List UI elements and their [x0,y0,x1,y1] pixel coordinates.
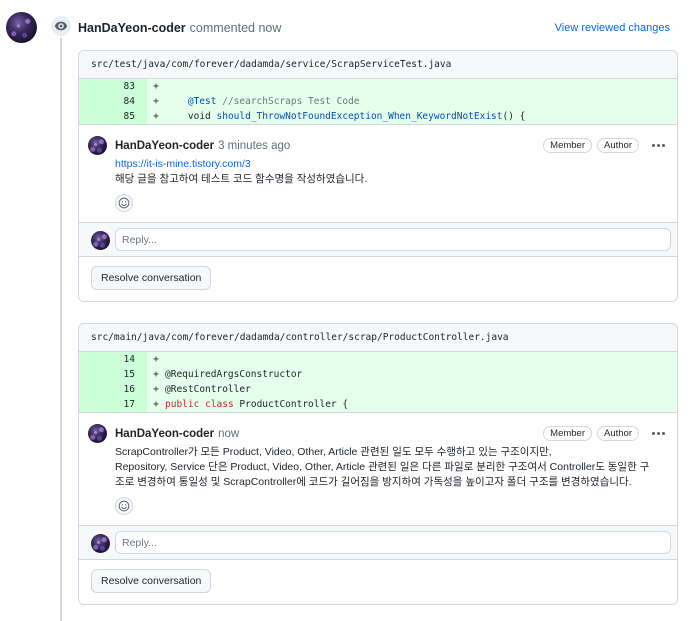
code-tail: ProductController { [239,399,349,410]
diff-hunk: 14 + 15 + @RequiredArgsConstructor 16 + … [79,352,677,412]
comment-time[interactable]: now [218,428,239,440]
comment-text: 조로 변경하여 통일성 및 ScrapController에 코드가 길어짐을 … [115,476,632,488]
comment-time[interactable]: 3 minutes ago [218,140,290,152]
timeline-line [60,28,62,621]
diff-line: 83 + [79,79,677,94]
code-annotation: @Test [187,96,217,107]
diff-sign: + [153,369,159,380]
comment-author[interactable]: HanDaYeon-coder [115,140,214,152]
line-number[interactable]: 16 [79,382,147,397]
review-thread: src/main/java/com/forever/dadamda/contro… [78,323,678,605]
avatar[interactable] [88,136,107,155]
diff-line: 16 + @RestController [79,382,677,397]
code-keyword: public [165,399,200,410]
review-comment: HanDaYeon-coder 3 minutes ago Member Aut… [79,124,677,222]
member-badge: Member [543,426,592,441]
avatar[interactable] [88,424,107,443]
line-number[interactable]: 85 [79,109,147,124]
comment-body: ScrapController가 모든 Product, Video, Othe… [115,445,669,490]
diff-line: 85 + void should_ThrowNotFoundException_… [79,109,677,124]
code-function-name: should_ThrowNotFoundException_When_Keywo… [216,111,503,122]
diff-hunk: 83 + 84 + @Test //searchScraps Test Code… [79,79,677,124]
author-badge: Author [597,138,639,153]
kebab-horizontal-icon[interactable] [647,432,669,435]
line-number[interactable]: 14 [79,352,147,367]
comment-header: HanDaYeon-coder 3 minutes ago Member Aut… [115,137,669,154]
code-comment: //searchScraps Test Code [222,96,360,107]
review-thread: src/test/java/com/forever/dadamda/servic… [78,50,678,302]
code: @Test //searchScraps Test Code [165,96,360,107]
code: void should_ThrowNotFoundException_When_… [165,111,526,122]
reply-input[interactable]: Reply... [115,531,671,554]
comment-header: HanDaYeon-coder now Member Author [115,425,669,442]
line-number[interactable]: 17 [79,397,147,412]
comment-link[interactable]: https://it-is-mine.tistory.com/3 [115,157,669,172]
diff-sign: + [153,399,159,410]
code-keyword: void [187,111,211,122]
member-badge: Member [543,138,592,153]
reply-input[interactable]: Reply... [115,228,671,251]
diff-sign: + [153,384,159,395]
diff-line: 15 + @RequiredArgsConstructor [79,367,677,382]
code: @RequiredArgsConstructor [165,369,303,380]
review-action: commented now [189,21,282,35]
avatar [91,231,110,250]
avatar [91,534,110,553]
review-comment: HanDaYeon-coder now Member Author ScrapC… [79,412,677,525]
eye-icon [49,14,73,38]
code-keyword: class [205,399,234,410]
code: @RestController [165,384,251,395]
diff-line: 14 + [79,352,677,367]
diff-sign: + [153,354,159,365]
comment-text: ScrapController가 모든 Product, Video, Othe… [115,446,552,458]
diff-line: 84 + @Test //searchScraps Test Code [79,94,677,109]
author-badge: Author [597,426,639,441]
reply-row: Reply... [79,525,677,559]
resolve-conversation-button[interactable]: Resolve conversation [91,569,212,593]
smiley-icon[interactable] [115,194,133,212]
view-reviewed-changes-link[interactable]: View reviewed changes [555,22,670,34]
comment-body: https://it-is-mine.tistory.com/3 해당 글을 참… [115,157,669,187]
diff-line: 17 + public class ProductController { [79,397,677,412]
review-author[interactable]: HanDaYeon-coder [78,21,186,35]
avatar[interactable] [6,12,37,43]
file-path[interactable]: src/test/java/com/forever/dadamda/servic… [79,51,677,79]
resolve-conversation-button[interactable]: Resolve conversation [91,266,212,290]
reply-row: Reply... [79,222,677,256]
diff-sign: + [153,111,159,122]
line-number[interactable]: 15 [79,367,147,382]
diff-sign: + [153,96,159,107]
line-number[interactable]: 84 [79,94,147,109]
review-header: HanDaYeon-coder commented now View revie… [78,20,670,36]
code-tail: () { [502,111,526,122]
resolve-row: Resolve conversation [79,559,677,604]
resolve-row: Resolve conversation [79,256,677,301]
diff-sign: + [153,81,159,92]
code: public class ProductController { [165,399,348,410]
line-number[interactable]: 83 [79,79,147,94]
smiley-icon[interactable] [115,497,133,515]
comment-author[interactable]: HanDaYeon-coder [115,428,214,440]
kebab-horizontal-icon[interactable] [647,144,669,147]
file-path[interactable]: src/main/java/com/forever/dadamda/contro… [79,324,677,352]
comment-text: Repository, Service 단은 Product, Video, O… [115,461,650,473]
comment-text: 해당 글을 참고하여 테스트 코드 함수명을 작성하였습니다. [115,173,368,185]
